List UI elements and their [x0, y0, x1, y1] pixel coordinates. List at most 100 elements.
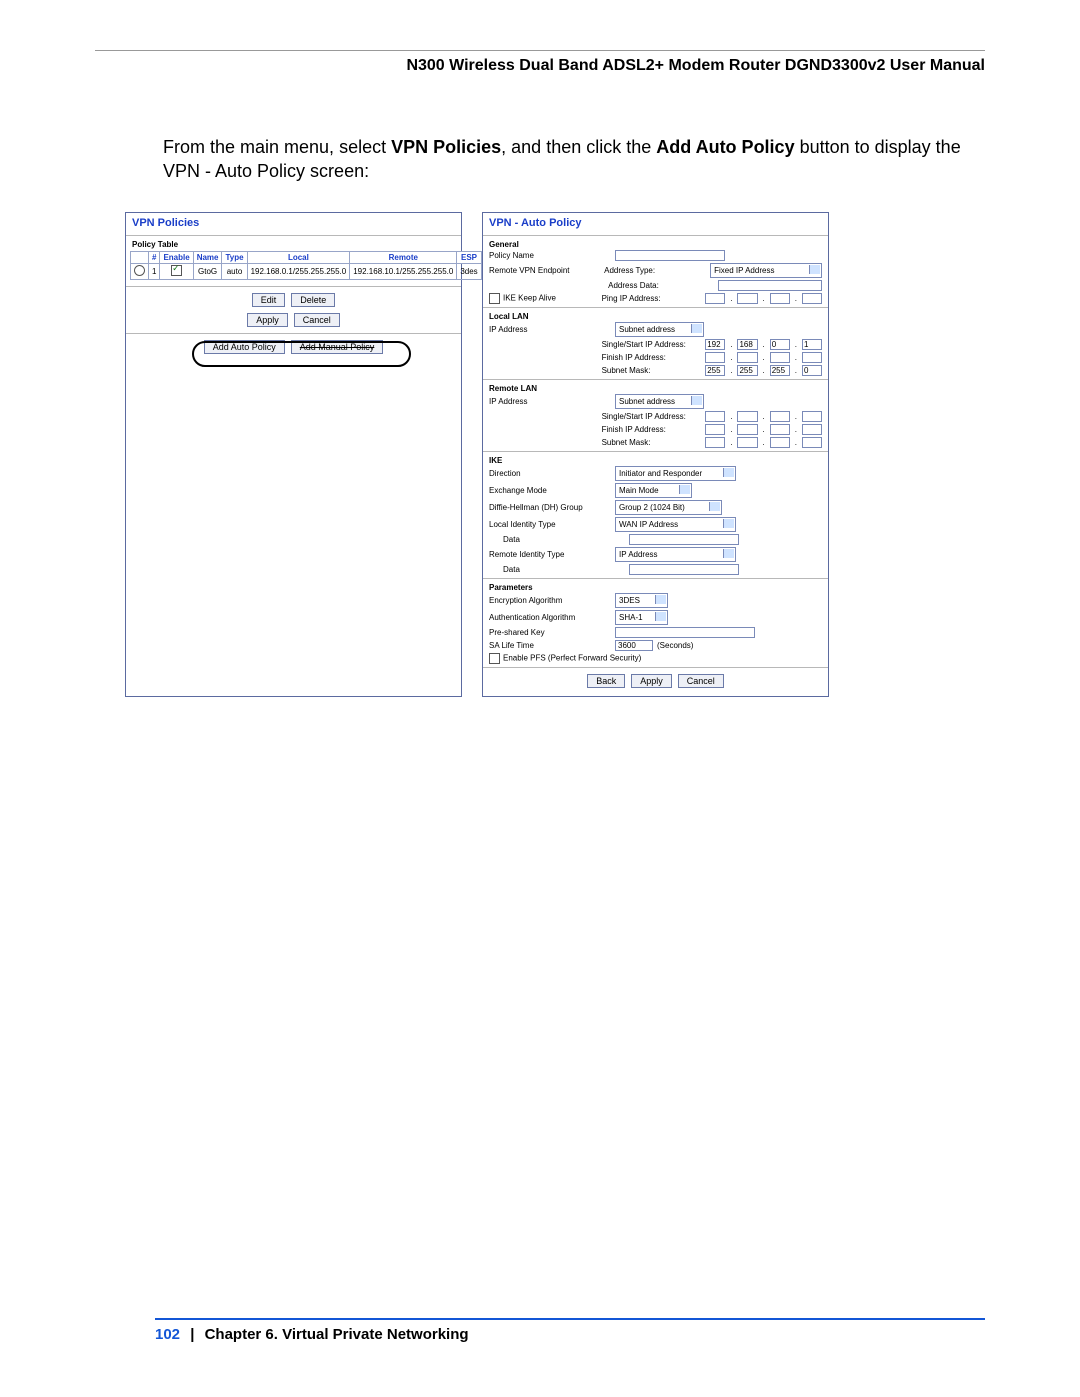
header-title: N300 Wireless Dual Band ADSL2+ Modem Rou…	[406, 57, 985, 75]
edit-button[interactable]: Edit	[252, 293, 286, 307]
local-ip-select[interactable]: Subnet address	[615, 322, 704, 337]
local-ip-label: IP Address	[489, 325, 611, 334]
remote-finish-label: Finish IP Address:	[602, 425, 702, 434]
ip-oct[interactable]	[802, 352, 822, 363]
cancel-button[interactable]: Cancel	[294, 313, 340, 327]
vpn-policies-title: VPN Policies	[126, 213, 461, 233]
apply-button-2[interactable]: Apply	[631, 674, 672, 688]
ip-oct[interactable]: 192	[705, 339, 725, 350]
text: From the main menu, select	[163, 137, 391, 157]
bottom-button-row: Back Apply Cancel	[483, 674, 828, 688]
local-lan-heading: Local LAN	[483, 310, 828, 321]
ip-oct[interactable]	[705, 424, 725, 435]
ip-oct[interactable]: 168	[737, 339, 757, 350]
ip-oct[interactable]	[802, 424, 822, 435]
address-type-select[interactable]: Fixed IP Address	[710, 263, 822, 278]
ip-oct[interactable]: 1	[802, 339, 822, 350]
policy-table: # Enable Name Type Local Remote ESP 1 Gt…	[130, 251, 482, 280]
ip-oct[interactable]	[737, 411, 757, 422]
delete-button[interactable]: Delete	[291, 293, 335, 307]
ip-oct[interactable]	[770, 293, 790, 304]
remote-data-input[interactable]	[629, 564, 739, 575]
divider	[483, 307, 828, 308]
life-label: SA Life Time	[489, 641, 611, 650]
ip-oct[interactable]	[770, 424, 790, 435]
ip-oct[interactable]	[737, 424, 757, 435]
ip-oct[interactable]: 0	[770, 339, 790, 350]
ping-ip-label: Ping IP Address:	[602, 294, 702, 303]
auth-label: Authentication Algorithm	[489, 613, 611, 622]
col-local: Local	[247, 251, 350, 263]
local-id-select[interactable]: WAN IP Address	[615, 517, 736, 532]
ip-oct[interactable]	[770, 352, 790, 363]
parameters-heading: Parameters	[483, 581, 828, 592]
select-value: Subnet address	[619, 397, 675, 406]
vpn-policies-panel: VPN Policies Policy Table # Enable Name …	[125, 212, 462, 697]
cell-remote: 192.168.10.1/255.255.255.0	[350, 263, 457, 279]
exchange-label: Exchange Mode	[489, 486, 611, 495]
dh-select[interactable]: Group 2 (1024 Bit)	[615, 500, 722, 515]
life-input[interactable]: 3600	[615, 640, 653, 651]
divider	[126, 286, 461, 287]
ip-oct[interactable]	[705, 437, 725, 448]
ike-keepalive-checkbox[interactable]	[489, 293, 500, 304]
col-type: Type	[222, 251, 247, 263]
ip-oct[interactable]	[737, 437, 757, 448]
figure-row: VPN Policies Policy Table # Enable Name …	[125, 212, 985, 697]
select-value: SHA-1	[619, 613, 643, 622]
ike-heading: IKE	[483, 454, 828, 465]
enc-select[interactable]: 3DES	[615, 593, 668, 608]
ip-oct[interactable]: 0	[802, 365, 822, 376]
back-button[interactable]: Back	[587, 674, 625, 688]
col-remote: Remote	[350, 251, 457, 263]
direction-label: Direction	[489, 469, 611, 478]
ip-oct[interactable]	[705, 411, 725, 422]
divider	[483, 451, 828, 452]
ip-oct[interactable]	[802, 411, 822, 422]
row-radio[interactable]	[134, 265, 145, 276]
remote-ip-label: IP Address	[489, 397, 611, 406]
psk-input[interactable]	[615, 627, 755, 638]
ip-oct[interactable]: 255	[705, 365, 725, 376]
select-value: Group 2 (1024 Bit)	[619, 503, 685, 512]
ip-oct[interactable]	[705, 352, 725, 363]
ip-oct[interactable]: 255	[770, 365, 790, 376]
remote-ip-select[interactable]: Subnet address	[615, 394, 704, 409]
remote-data-label: Data	[489, 565, 625, 574]
local-start-label: Single/Start IP Address:	[602, 340, 702, 349]
document-header: N300 Wireless Dual Band ADSL2+ Modem Rou…	[95, 57, 985, 75]
row-enable-check[interactable]	[171, 265, 182, 276]
select-value: Subnet address	[619, 325, 675, 334]
select-value: Main Mode	[619, 486, 659, 495]
policy-name-input[interactable]	[615, 250, 725, 261]
ip-oct[interactable]	[737, 293, 757, 304]
ip-oct[interactable]	[737, 352, 757, 363]
ip-oct[interactable]: 255	[737, 365, 757, 376]
ip-oct[interactable]	[802, 293, 822, 304]
ike-keepalive-label: IKE Keep Alive	[503, 293, 556, 302]
divider	[483, 235, 828, 236]
table-row: 1 GtoG auto 192.168.0.1/255.255.255.0 19…	[131, 263, 482, 279]
ip-oct[interactable]	[802, 437, 822, 448]
local-data-input[interactable]	[629, 534, 739, 545]
address-data-input[interactable]	[718, 280, 822, 291]
select-value: Initiator and Responder	[619, 469, 702, 478]
divider	[126, 235, 461, 236]
callout-oval	[192, 341, 411, 367]
apply-button[interactable]: Apply	[247, 313, 288, 327]
divider	[483, 667, 828, 668]
apply-cancel-row: Apply Cancel	[126, 313, 461, 327]
cancel-button-2[interactable]: Cancel	[678, 674, 724, 688]
policy-table-caption: Policy Table	[126, 238, 461, 251]
local-mask-label: Subnet Mask:	[602, 366, 702, 375]
exchange-select[interactable]: Main Mode	[615, 483, 692, 498]
auth-select[interactable]: SHA-1	[615, 610, 668, 625]
remote-id-select[interactable]: IP Address	[615, 547, 736, 562]
direction-select[interactable]: Initiator and Responder	[615, 466, 736, 481]
ip-oct[interactable]	[770, 411, 790, 422]
ip-oct[interactable]	[770, 437, 790, 448]
cell-num: 1	[149, 263, 160, 279]
ip-oct[interactable]	[705, 293, 725, 304]
pfs-checkbox[interactable]	[489, 653, 500, 664]
seconds-label: (Seconds)	[657, 641, 693, 650]
